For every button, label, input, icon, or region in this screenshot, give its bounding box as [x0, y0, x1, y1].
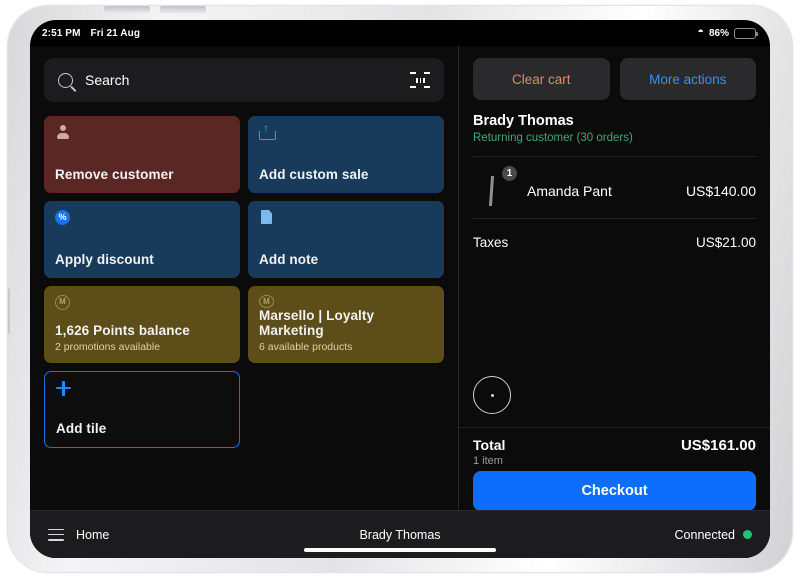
checkout-button[interactable]: Checkout	[473, 471, 756, 511]
status-time: 2:51 PM	[42, 28, 81, 39]
volume-down-button[interactable]	[160, 6, 206, 13]
more-actions-button[interactable]: More actions	[620, 58, 757, 100]
cart-pane: Clear cart More actions Brady Thomas Ret…	[459, 46, 770, 558]
connection-label: Connected	[675, 528, 735, 542]
taxes-value: US$21.00	[696, 235, 756, 250]
cart-item-price: US$140.00	[686, 183, 756, 199]
battery-percent-label: 86%	[709, 28, 729, 39]
tile-remove-customer[interactable]: Remove customer	[44, 116, 240, 193]
search-input[interactable]: Search	[44, 58, 444, 102]
status-bar: 2:51 PM Fri 21 Aug ◓ 86%	[30, 20, 770, 46]
bottom-bar-customer-label: Brady Thomas	[30, 528, 770, 542]
connection-status-dot	[743, 530, 752, 539]
tablet-screen: 2:51 PM Fri 21 Aug ◓ 86% Search	[30, 20, 770, 558]
product-thumbnail-wrap: 1	[473, 172, 511, 210]
tile-label: Add custom sale	[259, 167, 433, 183]
pos-app-body: Search Remove customer	[30, 46, 770, 558]
tile-label: Marsello | Loyalty Marketing	[259, 308, 433, 339]
tile-add-custom-sale[interactable]: Add custom sale	[248, 116, 444, 193]
tile-label: 1,626 Points balance	[55, 323, 229, 339]
note-document-icon	[259, 210, 274, 225]
clear-cart-button[interactable]: Clear cart	[473, 58, 610, 100]
cart-action-buttons: Clear cart More actions	[473, 58, 756, 100]
person-icon	[55, 125, 70, 140]
volume-up-button[interactable]	[104, 6, 150, 13]
tile-label: Remove customer	[55, 167, 229, 183]
tile-grid: Remove customer Add custom sale Apply di…	[44, 116, 444, 448]
marsello-m-icon	[259, 295, 274, 308]
cart-line-item[interactable]: 1 Amanda Pant US$140.00	[473, 163, 756, 219]
search-icon	[58, 73, 73, 88]
total-row: Total 1 item US$161.00	[473, 437, 756, 467]
tile-label: Apply discount	[55, 252, 229, 268]
tile-label: Add note	[259, 252, 433, 268]
totals-divider	[459, 427, 770, 428]
connection-status: Connected	[675, 528, 752, 542]
tile-points-balance[interactable]: 1,626 Points balance 2 promotions availa…	[44, 286, 240, 363]
status-bar-left: 2:51 PM Fri 21 Aug	[42, 28, 140, 39]
barcode-scanner-icon[interactable]	[410, 72, 430, 88]
taxes-row[interactable]: Taxes US$21.00	[473, 219, 756, 265]
cart-item-name: Amanda Pant	[527, 183, 686, 199]
taxes-label: Taxes	[473, 235, 508, 250]
status-bar-right: ◓ 86%	[697, 28, 756, 39]
customer-status: Returning customer (30 orders)	[473, 132, 756, 144]
customer-info[interactable]: Brady Thomas Returning customer (30 orde…	[473, 113, 756, 157]
tile-sublabel: 2 promotions available	[55, 341, 229, 353]
total-item-count: 1 item	[473, 455, 505, 467]
tile-label: Add tile	[56, 421, 228, 437]
total-label: Total	[473, 437, 505, 453]
tile-apply-discount[interactable]: Apply discount	[44, 201, 240, 278]
tiles-pane: Search Remove customer	[30, 46, 458, 558]
tile-sublabel: 6 available products	[259, 341, 433, 353]
plus-icon	[56, 381, 71, 396]
status-date: Fri 21 Aug	[91, 28, 141, 39]
home-indicator[interactable]	[304, 548, 496, 553]
total-value: US$161.00	[681, 437, 756, 454]
loading-spinner-icon	[473, 376, 511, 414]
power-button[interactable]	[8, 288, 12, 334]
tile-add-note[interactable]: Add note	[248, 201, 444, 278]
wifi-icon: ◓	[697, 27, 704, 38]
customer-name: Brady Thomas	[473, 113, 756, 129]
discount-percent-icon	[55, 210, 70, 225]
tile-marsello-loyalty-marketing[interactable]: Marsello | Loyalty Marketing 6 available…	[248, 286, 444, 363]
quantity-badge: 1	[501, 165, 518, 182]
battery-icon	[734, 28, 756, 39]
upload-icon	[259, 125, 274, 140]
marsello-m-icon	[55, 295, 70, 310]
search-input-text: Search	[85, 72, 410, 88]
tile-add-tile[interactable]: Add tile	[44, 371, 240, 448]
